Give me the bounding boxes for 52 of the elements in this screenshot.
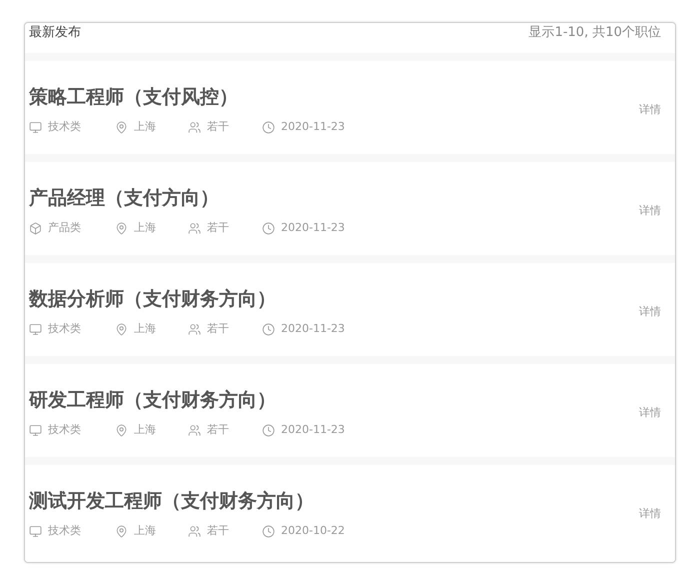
- job-category: 技术类: [48, 321, 81, 338]
- job-date: 2020-10-22: [281, 523, 345, 540]
- job-headcount: 若干: [207, 119, 229, 136]
- people-icon: [188, 525, 201, 538]
- location-icon: [115, 323, 128, 336]
- people-icon: [188, 222, 201, 235]
- job-location: 上海: [134, 422, 156, 438]
- cube-icon: [29, 222, 42, 235]
- job-title: 产品经理（支付方向）: [29, 186, 220, 210]
- job-item[interactable]: 数据分析师（支付财务方向） 技术类 上海 若干 2020-11-23 详情: [25, 263, 675, 356]
- job-date: 2020-11-23: [281, 220, 345, 236]
- job-category: 产品类: [48, 220, 81, 236]
- job-category: 技术类: [48, 119, 81, 136]
- job-headcount: 若干: [207, 321, 229, 338]
- people-icon: [188, 424, 201, 437]
- job-location: 上海: [134, 523, 156, 540]
- job-item[interactable]: 研发工程师（支付财务方向） 技术类 上海 若干 2020-11-23 详情: [25, 364, 675, 457]
- location-icon: [115, 222, 128, 235]
- monitor-icon: [29, 525, 42, 538]
- location-icon: [115, 525, 128, 538]
- job-location: 上海: [134, 321, 156, 338]
- job-category: 技术类: [48, 422, 81, 438]
- section-title: 最新发布: [29, 24, 81, 42]
- job-title: 策略工程师（支付风控）: [29, 85, 239, 110]
- job-date: 2020-11-23: [281, 119, 345, 136]
- clock-icon: [262, 424, 275, 437]
- clock-icon: [262, 525, 275, 538]
- job-location: 上海: [134, 119, 156, 136]
- monitor-icon: [29, 323, 42, 336]
- job-headcount: 若干: [207, 220, 229, 236]
- job-category: 技术类: [48, 523, 81, 540]
- people-icon: [188, 323, 201, 336]
- clock-icon: [262, 323, 275, 336]
- clock-icon: [262, 222, 275, 235]
- job-date: 2020-11-23: [281, 422, 345, 438]
- monitor-icon: [29, 121, 42, 134]
- job-item[interactable]: 策略工程师（支付风控） 技术类 上海 若干 2020-11-23 详情: [25, 61, 675, 154]
- result-count: 显示1-10, 共10个职位: [528, 24, 662, 42]
- job-headcount: 若干: [207, 523, 229, 540]
- monitor-icon: [29, 424, 42, 437]
- job-headcount: 若干: [207, 422, 229, 438]
- location-icon: [115, 121, 128, 134]
- job-item[interactable]: 产品经理（支付方向） 产品类 上海 若干 2020-11-23 详情: [25, 162, 675, 255]
- job-title: 数据分析师（支付财务方向）: [29, 287, 277, 312]
- job-item[interactable]: 测试开发工程师（支付财务方向） 技术类 上海 若干 2020-10-22 详情: [25, 465, 675, 558]
- clock-icon: [262, 121, 275, 134]
- location-icon: [115, 424, 128, 437]
- job-title: 测试开发工程师（支付财务方向）: [29, 489, 315, 514]
- job-date: 2020-11-23: [281, 321, 345, 338]
- job-location: 上海: [134, 220, 156, 236]
- job-title: 研发工程师（支付财务方向）: [29, 388, 277, 412]
- people-icon: [188, 121, 201, 134]
